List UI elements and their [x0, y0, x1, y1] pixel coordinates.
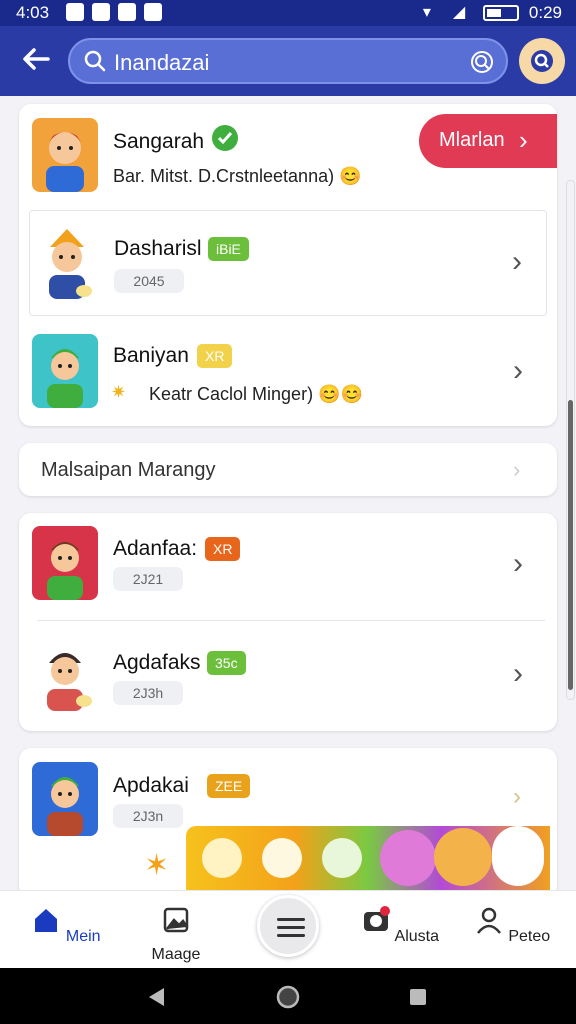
status-clock: 0:29	[528, 3, 562, 22]
notification-icon	[66, 3, 84, 21]
nav-gallery[interactable]: Maage	[136, 905, 216, 964]
avatar	[32, 118, 98, 192]
sticker-icon[interactable]	[262, 838, 302, 878]
person-icon	[476, 907, 501, 934]
notification-icons	[66, 3, 162, 21]
search-text: Inandazai	[114, 50, 210, 75]
nav-camera[interactable]: Alusta	[360, 905, 440, 946]
list-item[interactable]: Dasharisl iBiE 2045 ›	[29, 210, 547, 316]
character-sticker-icon[interactable]	[492, 826, 544, 886]
count-pill: 2J3h	[113, 681, 183, 705]
profile-search-button[interactable]	[519, 38, 565, 84]
contact-card: Sangarah Bar. Mitst. D.Crstnleetanna) 😊 …	[19, 104, 557, 426]
avatar	[32, 637, 98, 711]
nav-label: Maage	[151, 946, 201, 963]
nav-label: Peteo	[508, 928, 551, 945]
avatar	[32, 334, 98, 408]
back-icon[interactable]	[146, 986, 166, 1008]
status-badge: XR	[197, 344, 233, 368]
chevron-right-icon[interactable]: ›	[513, 659, 535, 689]
menu-icon	[277, 918, 305, 921]
search-icon	[84, 50, 106, 72]
recents-icon[interactable]	[408, 987, 428, 1007]
scrollbar-thumb[interactable]	[568, 400, 573, 690]
home-icon	[35, 909, 58, 932]
battery-icon	[482, 5, 519, 21]
search-input[interactable]: Inandazai	[68, 38, 508, 84]
sparkle-icon: ✶	[144, 849, 170, 882]
contact-subtitle: Bar. Mitst. D.Crstnleetanna) 😊	[113, 166, 362, 186]
character-sticker-icon[interactable]	[434, 828, 492, 886]
chevron-right-icon[interactable]: ›	[513, 782, 535, 812]
system-navigation	[0, 968, 576, 1024]
chevron-right-icon: ›	[513, 457, 521, 482]
contact-name: Sangarah	[113, 130, 205, 153]
search-icon	[531, 50, 553, 72]
chevron-right-icon: ›	[519, 125, 528, 155]
contact-name: Dasharisl	[114, 237, 202, 260]
count-pill: 2J3n	[113, 804, 183, 828]
avatar	[32, 526, 98, 600]
nav-label: Mein	[65, 928, 101, 945]
notification-icon	[118, 3, 136, 21]
contact-name: Agdafaks	[113, 651, 201, 674]
back-arrow-icon[interactable]	[18, 41, 58, 81]
section-title: Malsaipan Marangy	[41, 459, 216, 481]
list-item[interactable]: Sangarah Bar. Mitst. D.Crstnleetanna) 😊 …	[19, 104, 557, 208]
chevron-right-icon[interactable]: ›	[512, 247, 534, 277]
contact-name: Adanfaa:	[113, 537, 198, 560]
avatar	[32, 762, 98, 836]
notification-icon	[92, 3, 110, 21]
verified-check-icon	[212, 125, 238, 151]
home-circle-icon[interactable]	[276, 985, 300, 1009]
list-item[interactable]: Adanfaa: XR 2J21 ›	[19, 513, 557, 620]
sticker-icon[interactable]	[322, 838, 362, 878]
chevron-right-icon[interactable]: ›	[513, 549, 535, 579]
contact-card: Adanfaa: XR 2J21 › Agdafaks 35c 2J3h ›	[19, 513, 557, 731]
status-badge: iBiE	[208, 237, 249, 261]
status-bar: 4:03 ▾ ◢ 0:29	[0, 0, 576, 26]
contact-name: Baniyan	[113, 344, 189, 367]
status-time: 4:03	[16, 3, 50, 22]
contact-subtitle: Keatr Caclol Minger) 😊😊	[149, 384, 363, 404]
nav-label: Alusta	[394, 928, 440, 945]
message-button-label: Mlarlan	[439, 129, 505, 151]
nav-home[interactable]: Mein	[26, 905, 106, 946]
character-sticker-icon[interactable]	[380, 830, 436, 886]
bottom-navigation: Mein Maage Alusta Peteo	[0, 890, 576, 968]
app-header: Inandazai	[0, 26, 576, 96]
section-header[interactable]: Malsaipan Marangy ›	[19, 443, 557, 496]
count-pill: 2045	[114, 269, 184, 293]
message-button[interactable]: Mlarlan ›	[419, 114, 557, 168]
status-badge: 35c	[207, 651, 246, 675]
list-item[interactable]: Agdafaks 35c 2J3h ›	[19, 621, 557, 731]
search-icon[interactable]	[470, 50, 494, 74]
wifi-icon: ▾	[422, 4, 431, 21]
sticker-banner[interactable]	[186, 826, 550, 890]
avatar	[34, 225, 100, 299]
list-item[interactable]: Baniyan XR ✷ Keatr Caclol Minger) 😊😊 ›	[19, 320, 557, 426]
status-badge: XR	[205, 537, 241, 561]
sparkle-icon: ✷	[111, 382, 127, 402]
sticker-icon[interactable]	[202, 838, 242, 878]
status-right: ▾ ◢ 0:29	[423, 3, 562, 23]
nav-profile[interactable]: Peteo	[472, 905, 552, 946]
image-icon	[163, 907, 189, 933]
status-badge: ZEE	[207, 774, 251, 798]
notification-icon	[144, 3, 162, 21]
camera-icon	[363, 906, 390, 931]
contact-name: Apdakai	[113, 774, 189, 797]
menu-button[interactable]	[257, 895, 319, 957]
count-pill: 2J21	[113, 567, 183, 591]
chevron-right-icon[interactable]: ›	[513, 356, 535, 386]
signal-icon: ◢	[452, 4, 466, 21]
